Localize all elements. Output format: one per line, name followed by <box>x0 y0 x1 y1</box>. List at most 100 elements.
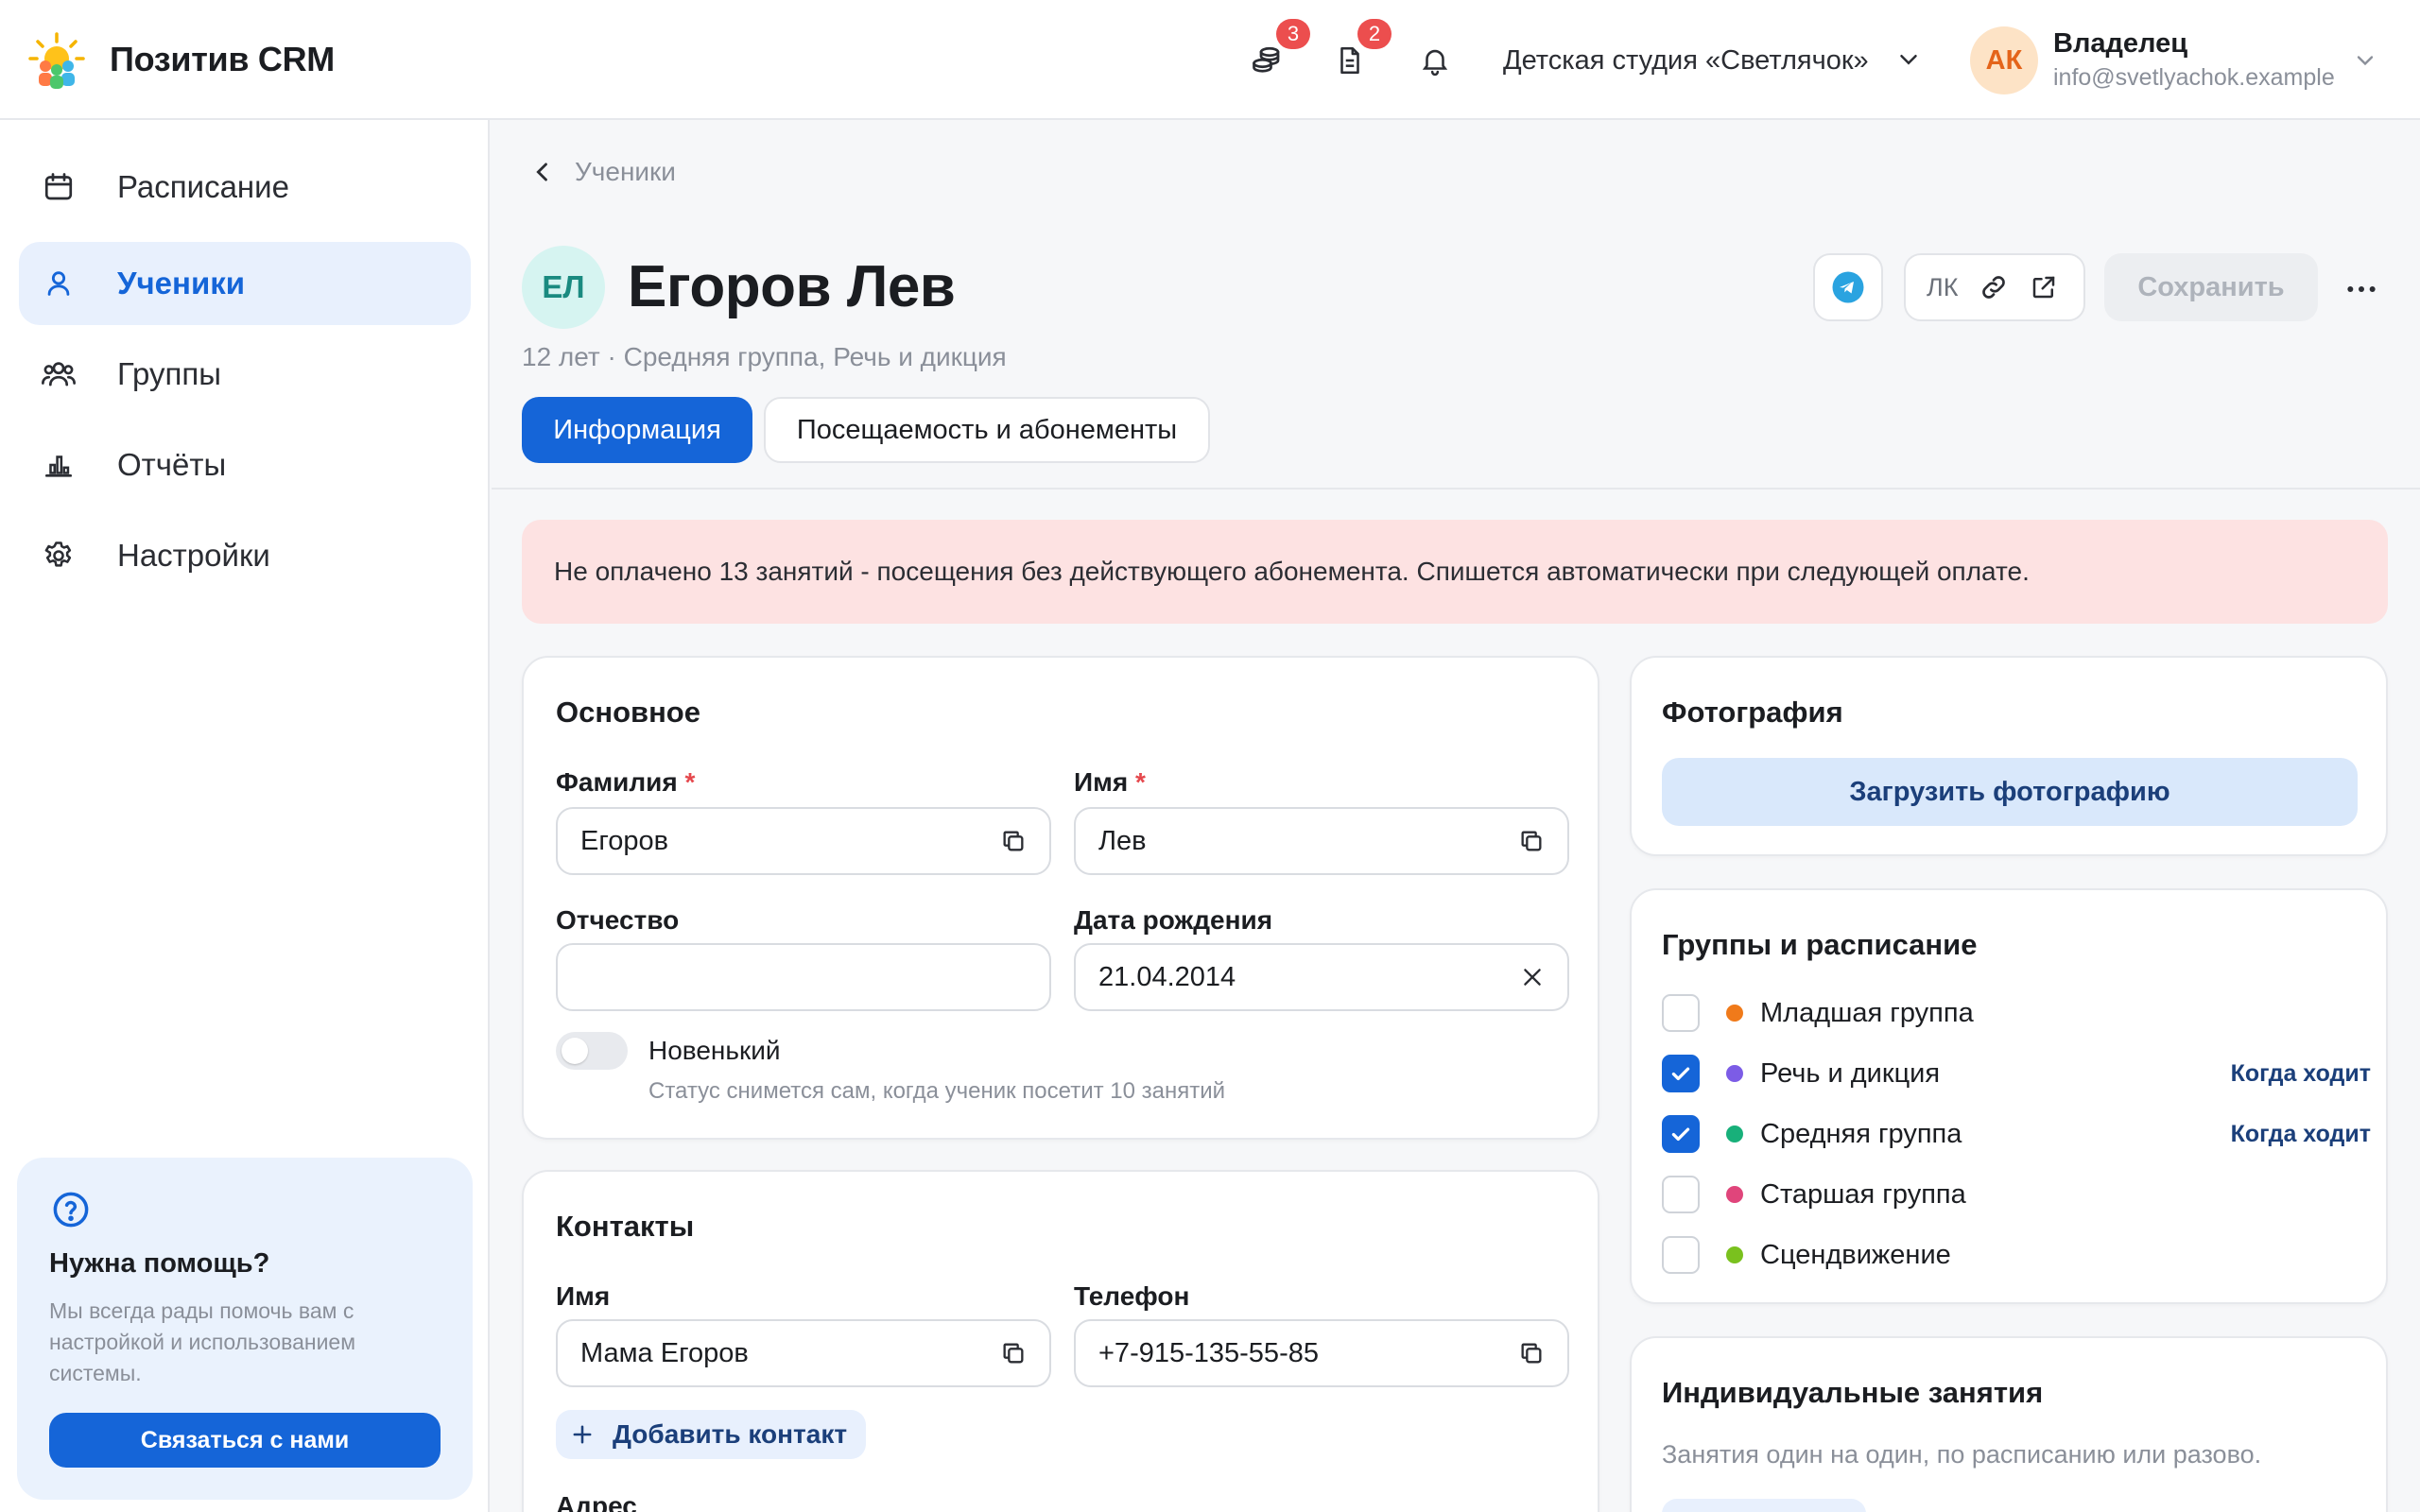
when-attends-link[interactable]: Когда ходит <box>2231 1121 2371 1148</box>
group-color-dot <box>1726 1125 1743 1143</box>
finance-badge: 3 <box>1276 19 1310 49</box>
help-title: Нужна помощь? <box>49 1248 270 1279</box>
user-avatar[interactable]: АК <box>1970 26 2038 94</box>
group-name: Старшая группа <box>1760 1178 1966 1210</box>
contacts-card: Контакты Имя Мама Егоров Телефон +7-915-… <box>522 1170 1599 1512</box>
copy-icon[interactable] <box>1518 1340 1545 1366</box>
upload-photo-button[interactable]: Загрузить фотографию <box>1662 758 2358 826</box>
check-icon <box>1671 1127 1690 1142</box>
input-value: Лев <box>1098 825 1147 856</box>
group-checkbox[interactable] <box>1662 994 1700 1032</box>
sidebar-item-reports[interactable]: Отчёты <box>19 423 471 507</box>
card-title: Основное <box>556 696 700 729</box>
user-role: Владелец <box>2053 28 2188 59</box>
save-button[interactable]: Сохранить <box>2104 253 2318 321</box>
coins-icon <box>1250 43 1284 77</box>
contact-phone-input[interactable]: +7-915-135-55-85 <box>1074 1319 1569 1387</box>
add-individual-button[interactable] <box>1662 1499 1866 1512</box>
individual-lessons-card: Индивидуальные занятия Занятия один на о… <box>1630 1336 2388 1512</box>
gear-icon <box>38 535 79 576</box>
sidebar-item-schedule[interactable]: Расписание <box>19 146 471 229</box>
student-subtitle: 12 лет · Средняя группа, Речь и дикция <box>522 342 1007 371</box>
photo-card: Фотография Загрузить фотографию <box>1630 656 2388 856</box>
input-value: 21.04.2014 <box>1098 961 1236 992</box>
input-value: Егоров <box>580 825 669 856</box>
toggle-knob <box>562 1038 588 1064</box>
group-color-dot <box>1726 1246 1743 1263</box>
copy-icon[interactable] <box>1000 1340 1027 1366</box>
unpaid-alert: Не оплачено 13 занятий - посещения без д… <box>522 520 2388 624</box>
question-circle-icon <box>51 1190 91 1229</box>
help-panel: Нужна помощь? Мы всегда рады помочь вам … <box>17 1158 473 1500</box>
bell-icon <box>1419 44 1451 77</box>
telegram-button[interactable] <box>1813 253 1883 321</box>
parent-portal-group: ЛК <box>1904 253 2085 321</box>
group-checkbox[interactable] <box>1662 1055 1700 1092</box>
contact-name-input[interactable]: Мама Егоров <box>556 1319 1051 1387</box>
sidebar-item-groups[interactable]: Группы <box>19 333 471 416</box>
last-name-input[interactable]: Егоров <box>556 807 1051 875</box>
notifications-button[interactable] <box>1412 38 1458 83</box>
group-checkbox[interactable] <box>1662 1115 1700 1153</box>
more-options-icon[interactable] <box>2342 270 2380 308</box>
chevron-down-icon[interactable] <box>1894 45 1923 74</box>
group-checkbox[interactable] <box>1662 1236 1700 1274</box>
first-name-input[interactable]: Лев <box>1074 807 1569 875</box>
when-attends-link[interactable]: Когда ходит <box>2231 1060 2371 1088</box>
group-name: Средняя группа <box>1760 1118 1962 1149</box>
sidebar-item-label: Отчёты <box>117 447 227 482</box>
newbie-label: Новенький <box>648 1036 781 1065</box>
field-label: Адрес <box>556 1491 637 1512</box>
input-value: +7-915-135-55-85 <box>1098 1337 1319 1368</box>
add-contact-button[interactable]: Добавить контакт <box>556 1410 867 1459</box>
field-label: Имя * <box>1074 767 1146 797</box>
field-label: Дата рождения <box>1074 905 1273 935</box>
copy-icon[interactable] <box>1518 828 1545 854</box>
external-link-icon[interactable] <box>2030 273 2058 301</box>
card-title: Индивидуальные занятия <box>1662 1376 2044 1409</box>
user-icon <box>38 263 79 304</box>
list-item[interactable]: Средняя группа Когда ходит <box>1662 1104 2388 1164</box>
newbie-toggle[interactable] <box>556 1032 628 1070</box>
check-icon <box>1671 1067 1690 1081</box>
individual-description: Занятия один на один, по расписанию или … <box>1662 1440 2262 1469</box>
sidebar: Расписание Ученики Группы Отчёты Настрой… <box>0 120 490 1512</box>
list-item[interactable]: Младшая группа <box>1662 983 2388 1043</box>
list-item[interactable]: Речь и дикция Когда ходит <box>1662 1043 2388 1104</box>
breadcrumb[interactable]: Ученики <box>575 153 676 191</box>
group-name: Младшая группа <box>1760 997 1974 1028</box>
list-item[interactable]: Сцендвижение <box>1662 1225 2388 1285</box>
sidebar-item-students[interactable]: Ученики <box>19 242 471 325</box>
clear-icon[interactable] <box>1520 965 1545 989</box>
plus-icon <box>569 1421 596 1448</box>
calendar-icon <box>38 166 79 208</box>
tab-info[interactable]: Информация <box>522 397 752 463</box>
user-email: info@svetlyachok.example <box>2053 64 2335 91</box>
users-icon <box>38 353 79 395</box>
sidebar-item-label: Расписание <box>117 169 289 204</box>
field-label: Фамилия * <box>556 767 696 797</box>
chevron-down-icon[interactable] <box>2352 47 2378 74</box>
card-title: Контакты <box>556 1210 695 1243</box>
groups-list: Младшая группа Речь и дикция Когда ходит… <box>1662 983 2388 1295</box>
group-color-dot <box>1726 1005 1743 1022</box>
back-arrow-icon[interactable] <box>529 159 556 185</box>
link-icon[interactable] <box>1979 272 2009 302</box>
document-icon <box>1334 44 1366 77</box>
page-title: Егоров Лев <box>628 254 956 319</box>
birth-date-input[interactable]: 21.04.2014 <box>1074 943 1569 1011</box>
group-checkbox[interactable] <box>1662 1176 1700 1213</box>
sidebar-item-label: Группы <box>117 356 221 391</box>
group-name: Сцендвижение <box>1760 1239 1951 1270</box>
sidebar-item-settings[interactable]: Настройки <box>19 514 471 597</box>
tab-attendance[interactable]: Посещаемость и абонементы <box>764 397 1210 463</box>
patronymic-input[interactable] <box>556 943 1051 1011</box>
sun-logo-icon[interactable] <box>26 30 87 91</box>
copy-icon[interactable] <box>1000 828 1027 854</box>
documents-badge: 2 <box>1357 19 1392 49</box>
group-color-dot <box>1726 1186 1743 1203</box>
organization-selector[interactable]: Детская студия «Светлячок» <box>1503 40 1869 81</box>
list-item[interactable]: Старшая группа <box>1662 1164 2388 1225</box>
student-avatar: ЕЛ <box>522 246 605 329</box>
contact-us-button[interactable]: Связаться с нами <box>49 1413 441 1468</box>
